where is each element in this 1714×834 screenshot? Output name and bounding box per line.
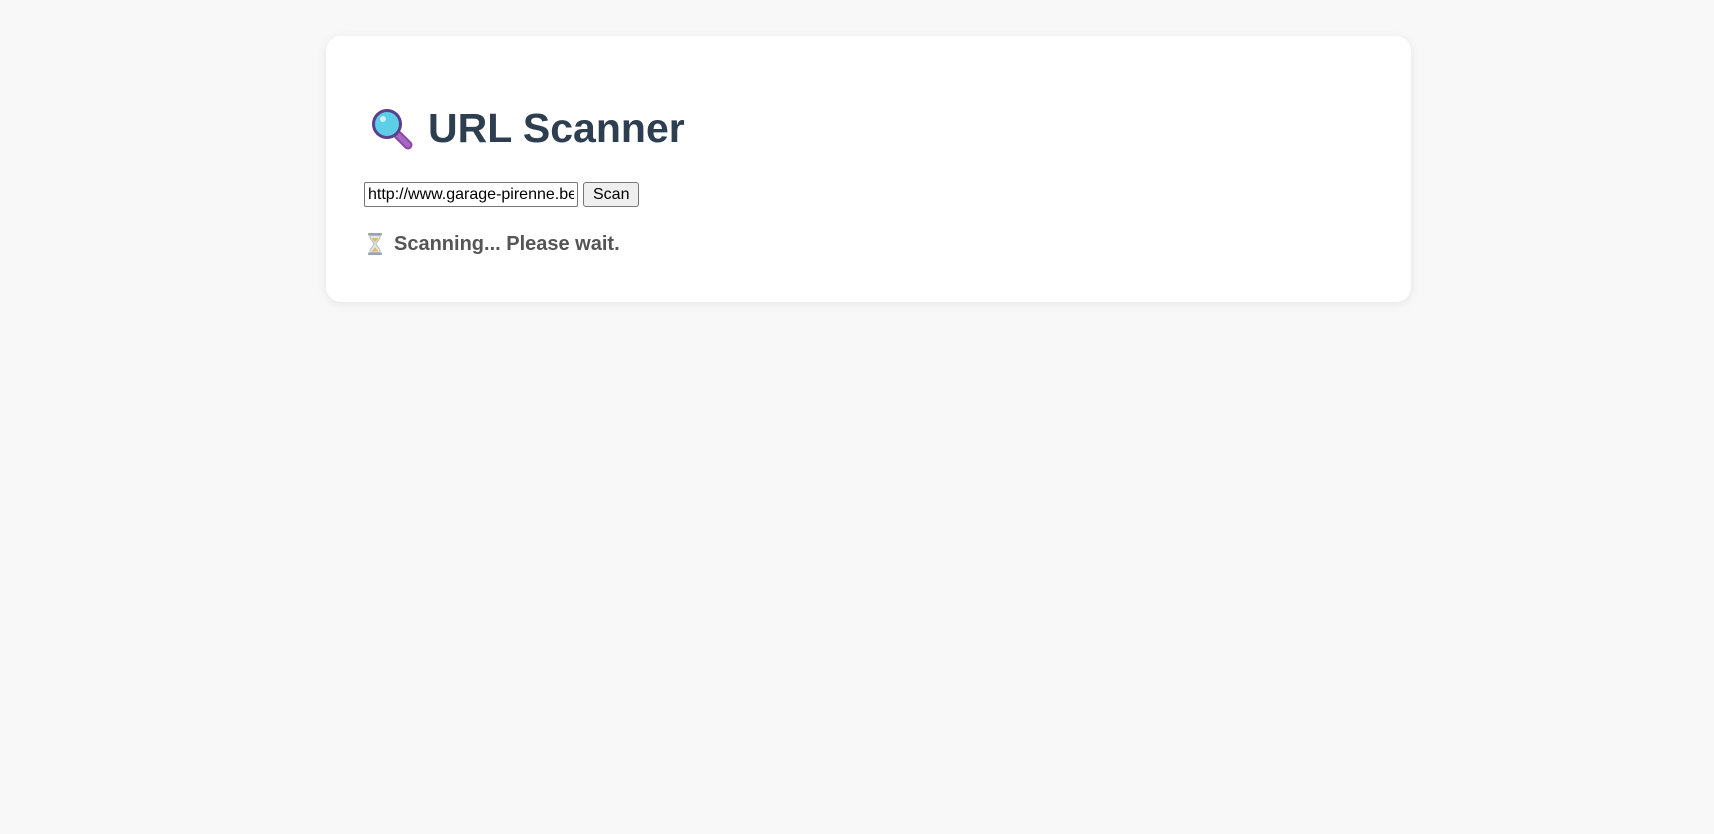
magnifying-glass-icon [368, 105, 414, 151]
page-title: URL Scanner [428, 105, 685, 151]
scan-button[interactable]: Scan [583, 182, 640, 207]
hourglass-icon [366, 232, 384, 256]
status-text: Scanning... Please wait. [394, 232, 620, 255]
page-header: URL Scanner [368, 102, 685, 154]
url-input[interactable] [364, 182, 578, 207]
scanner-card: URL Scanner Scan Scanning... Please wait… [326, 36, 1411, 302]
status-message: Scanning... Please wait. [366, 230, 620, 258]
scan-form: Scan [364, 182, 640, 207]
